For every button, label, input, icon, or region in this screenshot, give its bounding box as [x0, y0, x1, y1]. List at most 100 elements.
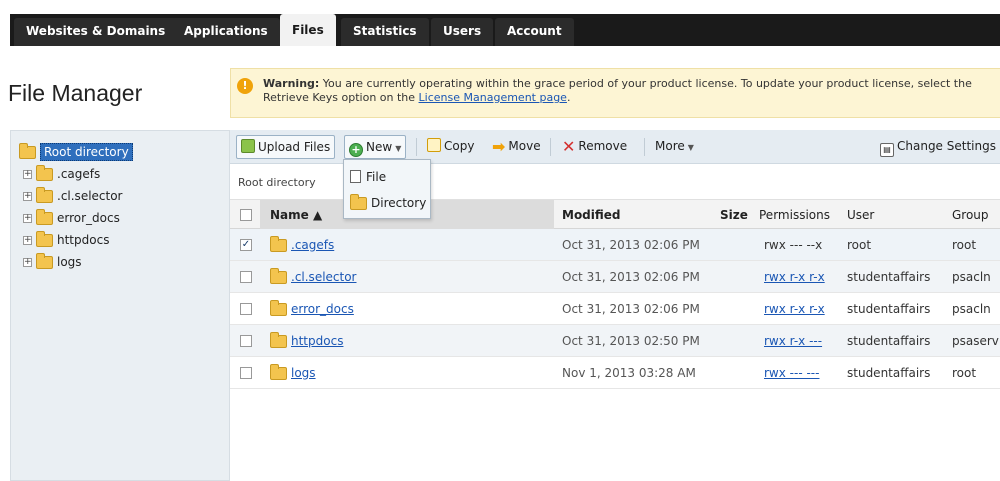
expand-icon[interactable]: + — [23, 236, 32, 245]
directory-tree: Root directory + .cagefs + .cl.selector + e… — [10, 130, 230, 481]
tree-item-label: httpdocs — [57, 233, 110, 247]
permissions-link[interactable]: rwx r-x r-x — [764, 302, 825, 316]
file-name-cell[interactable]: httpdocs — [270, 325, 343, 357]
change-settings-label: Change Settings — [897, 139, 996, 153]
expand-icon[interactable]: + — [23, 170, 32, 179]
table-row[interactable]: ✓ .cagefs Oct 31, 2013 02:06 PM rwx --- … — [230, 229, 1000, 261]
license-management-link[interactable]: License Management page — [419, 91, 567, 104]
tab-users[interactable]: Users — [431, 18, 494, 46]
permissions-cell[interactable]: rwx r-x r-x — [764, 293, 825, 325]
column-group[interactable]: Group — [952, 200, 989, 230]
row-checkbox[interactable] — [240, 335, 252, 347]
group-cell: psaserv — [952, 334, 999, 348]
folder-icon — [19, 143, 36, 159]
table-row[interactable]: error_docs Oct 31, 2013 02:06 PM rwx r-x… — [230, 293, 1000, 325]
expand-icon[interactable]: + — [23, 258, 32, 267]
new-file-menu-item[interactable]: File — [350, 166, 386, 188]
folder-icon — [36, 231, 53, 247]
chevron-down-icon: ▼ — [395, 144, 402, 153]
permissions-link[interactable]: rwx r-x r-x — [764, 270, 825, 284]
upload-icon — [241, 139, 255, 153]
new-directory-menu-item[interactable]: Directory — [350, 192, 426, 214]
group-cell: psacln — [952, 302, 991, 316]
file-name-link[interactable]: logs — [291, 366, 316, 380]
tab-account[interactable]: Account — [495, 18, 574, 46]
folder-icon — [270, 364, 287, 380]
tree-item-label: .cl.selector — [57, 189, 123, 203]
file-name-link[interactable]: .cagefs — [291, 238, 334, 252]
breadcrumb[interactable]: Root directory — [238, 176, 316, 189]
tree-item-httpdocs[interactable]: + httpdocs — [23, 229, 109, 251]
folder-icon — [36, 165, 53, 181]
toolbar-separator — [416, 138, 417, 156]
row-checkbox[interactable] — [240, 303, 252, 315]
table-row[interactable]: .cl.selector Oct 31, 2013 02:06 PM rwx r… — [230, 261, 1000, 293]
permissions-cell[interactable]: rwx r-x --- — [764, 325, 822, 357]
folder-icon — [36, 209, 53, 225]
tab-statistics[interactable]: Statistics — [341, 18, 429, 46]
new-label: New — [366, 140, 393, 154]
move-button[interactable]: ➡ Move — [488, 135, 545, 159]
file-name-link[interactable]: error_docs — [291, 302, 354, 316]
expand-icon[interactable]: + — [23, 192, 32, 201]
file-name-cell[interactable]: .cagefs — [270, 229, 334, 261]
tree-item-label: logs — [57, 255, 82, 269]
permissions-cell[interactable]: rwx r-x r-x — [764, 261, 825, 293]
group-cell: psacln — [952, 270, 991, 284]
permissions-link[interactable]: rwx r-x --- — [764, 334, 822, 348]
new-button[interactable]: + New ▼ — [344, 135, 407, 159]
tree-item-error-docs[interactable]: + error_docs — [23, 207, 120, 229]
tree-item-label: .cagefs — [57, 167, 101, 181]
permissions-link[interactable]: rwx --- --- — [764, 366, 819, 380]
file-name-link[interactable]: .cl.selector — [291, 270, 357, 284]
upload-label: Upload Files — [258, 140, 331, 154]
permissions-cell[interactable]: rwx --- --- — [764, 357, 819, 389]
modified-cell: Nov 1, 2013 03:28 AM — [562, 366, 696, 380]
select-all-checkbox[interactable] — [240, 209, 252, 221]
expand-icon[interactable]: + — [23, 214, 32, 223]
file-name-cell[interactable]: .cl.selector — [270, 261, 357, 293]
change-settings-button[interactable]: ▤ Change Settings — [876, 135, 1000, 159]
folder-icon — [270, 300, 287, 316]
file-name-cell[interactable]: logs — [270, 357, 316, 389]
group-cell: root — [952, 366, 977, 380]
file-name-cell[interactable]: error_docs — [270, 293, 354, 325]
copy-button[interactable]: Copy — [423, 135, 478, 159]
tab-applications[interactable]: Applications — [172, 18, 280, 46]
new-directory-label: Directory — [371, 196, 427, 210]
more-button[interactable]: More ▼ — [651, 135, 698, 159]
table-row[interactable]: logs Nov 1, 2013 03:28 AM rwx --- --- st… — [230, 357, 1000, 389]
tab-websites-domains[interactable]: Websites & Domains — [14, 18, 178, 46]
user-cell: studentaffairs — [847, 334, 931, 348]
user-cell: root — [847, 238, 872, 252]
user-cell: studentaffairs — [847, 302, 931, 316]
warning-body: You are currently operating within the g… — [263, 77, 972, 104]
warning-lead: Warning: — [263, 77, 320, 90]
column-size[interactable]: Size — [720, 200, 748, 230]
column-permissions[interactable]: Permissions — [759, 200, 830, 230]
column-user[interactable]: User — [847, 200, 874, 230]
table-row[interactable]: httpdocs Oct 31, 2013 02:50 PM rwx r-x -… — [230, 325, 1000, 357]
remove-button[interactable]: ✕ Remove — [558, 135, 631, 159]
tree-item-logs[interactable]: + logs — [23, 251, 82, 273]
folder-icon — [270, 236, 287, 252]
column-name[interactable]: Name ▲ — [270, 200, 322, 230]
remove-label: Remove — [578, 139, 628, 153]
tree-root-directory[interactable]: Root directory — [19, 141, 133, 163]
toolbar-separator — [550, 138, 551, 156]
row-checkbox[interactable] — [240, 271, 252, 283]
upload-files-button[interactable]: Upload Files — [236, 135, 336, 159]
tab-files[interactable]: Files — [280, 14, 336, 46]
row-checkbox[interactable] — [240, 367, 252, 379]
tree-item-cl-selector[interactable]: + .cl.selector — [23, 185, 123, 207]
tree-item-cagefs[interactable]: + .cagefs — [23, 163, 100, 185]
file-name-link[interactable]: httpdocs — [291, 334, 343, 348]
folder-icon — [350, 194, 367, 210]
user-cell: studentaffairs — [847, 270, 931, 284]
folder-icon — [36, 253, 53, 269]
row-checkbox[interactable]: ✓ — [240, 239, 252, 251]
user-cell: studentaffairs — [847, 366, 931, 380]
column-modified[interactable]: Modified — [562, 200, 621, 230]
folder-icon — [270, 332, 287, 348]
toolbar-separator — [644, 138, 645, 156]
